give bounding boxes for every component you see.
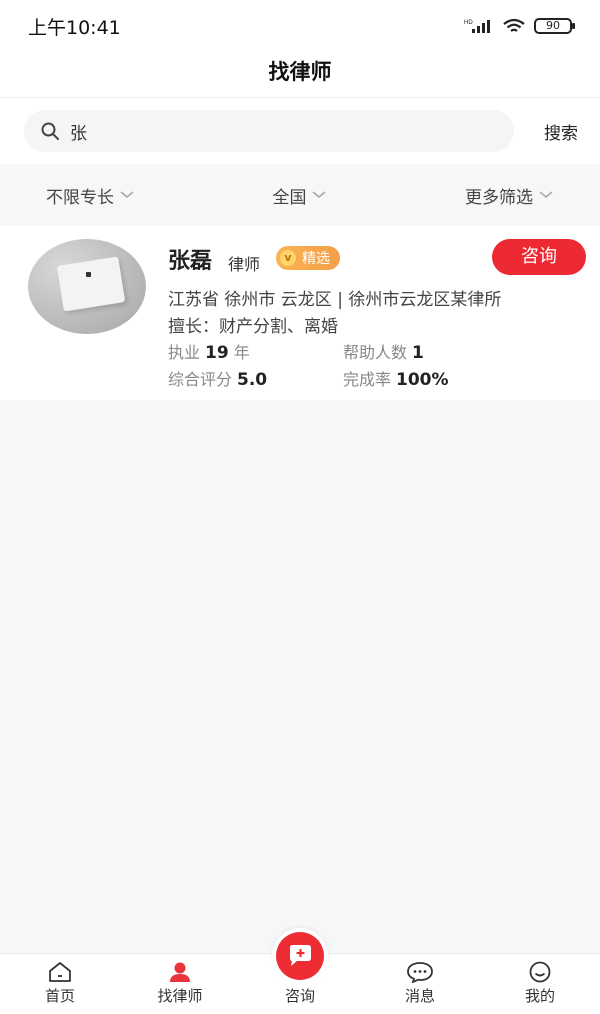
filter-specialty-label: 不限专长 [46, 187, 114, 208]
tab-consult[interactable]: 咨询 [240, 928, 360, 1014]
filter-more-label: 更多筛选 [464, 187, 533, 208]
avatar-photo [56, 256, 126, 312]
tab-profile[interactable]: 我的 [480, 954, 600, 1014]
nav-bar: 找律师 [0, 52, 600, 98]
home-icon [49, 962, 71, 982]
tab-home-label: 首页 [44, 987, 75, 1005]
tab-messages[interactable]: 消息 [360, 954, 480, 1014]
avatar-photo-detail [86, 272, 91, 277]
filter-specialty[interactable]: 不限专长 [0, 183, 215, 208]
badge-label: 精选 [302, 251, 330, 267]
stat-rating: 综合评分 5.0 [168, 366, 272, 390]
stat-years-unit: 年 [233, 343, 250, 362]
chevron-down-icon [539, 191, 553, 199]
filter-region-label: 全国 [272, 187, 307, 208]
status-bar: 上午10:41 HD 90 [0, 0, 600, 52]
consult-fab[interactable] [272, 928, 328, 984]
status-time: 上午10:41 [28, 16, 121, 39]
filter-more[interactable]: 更多筛选 [385, 183, 600, 208]
search-row: 搜索 [0, 98, 600, 164]
consult-plus-icon [290, 945, 311, 966]
tab-bar: 首页 找律师 咨询 消息 我的 [0, 928, 600, 1014]
avatar [28, 239, 146, 334]
filter-region[interactable]: 全国 [215, 183, 384, 208]
wifi-icon [503, 18, 525, 32]
chevron-down-icon [120, 191, 134, 199]
lawyer-role: 律师 [228, 255, 261, 274]
tab-profile-label: 我的 [524, 987, 555, 1005]
status-icons: HD 90 [464, 18, 575, 34]
lawyer-icon [170, 962, 190, 982]
lawyer-card[interactable]: 张磊 律师 v 精选 咨询 江苏省 徐州市 云龙区 | 徐州市云龙区某律所 擅长… [0, 226, 600, 400]
page-title: 找律师 [268, 60, 332, 84]
stat-helped-value: 1 [412, 343, 424, 363]
search-icon [41, 122, 59, 140]
message-icon [407, 962, 433, 983]
chevron-down-icon [312, 191, 326, 199]
filter-row: 不限专长 全国 更多筛选 [0, 164, 600, 226]
stat-years-label: 执业 [168, 343, 201, 362]
lawyer-specialty: 擅长：财产分割、离婚 [168, 317, 338, 337]
stat-helped-label: 帮助人数 [343, 343, 408, 362]
search-box[interactable] [24, 110, 514, 152]
stat-years: 执业 19 年 [168, 339, 250, 363]
search-input[interactable] [70, 121, 450, 141]
tab-consult-label: 咨询 [284, 987, 315, 1005]
tab-find-lawyer[interactable]: 找律师 [120, 954, 240, 1014]
svg-text:HD: HD [464, 20, 473, 26]
lawyer-location: 江苏省 徐州市 云龙区 | 徐州市云龙区某律所 [168, 290, 502, 310]
stat-rating-value: 5.0 [237, 370, 268, 390]
stat-rating-label: 综合评分 [168, 370, 233, 389]
featured-badge: v 精选 [276, 246, 340, 270]
consult-button[interactable]: 咨询 [492, 239, 586, 275]
search-button[interactable]: 搜索 [534, 119, 578, 144]
stat-completion-label: 完成率 [343, 370, 392, 389]
stat-completion: 完成率 100% [343, 366, 454, 390]
battery-icon: 90 [534, 18, 575, 34]
signal-icon: HD [464, 20, 490, 33]
battery-level: 90 [546, 19, 560, 32]
lawyer-name: 张磊 [168, 249, 213, 274]
stat-years-value: 19 [205, 343, 229, 363]
stat-completion-value: 100% [396, 370, 449, 390]
profile-icon [529, 961, 551, 983]
tab-find-lawyer-label: 找律师 [157, 987, 203, 1005]
tab-messages-label: 消息 [404, 987, 435, 1005]
tab-home[interactable]: 首页 [0, 954, 120, 1014]
stat-helped: 帮助人数 1 [343, 339, 429, 363]
verified-icon: v [280, 250, 296, 266]
